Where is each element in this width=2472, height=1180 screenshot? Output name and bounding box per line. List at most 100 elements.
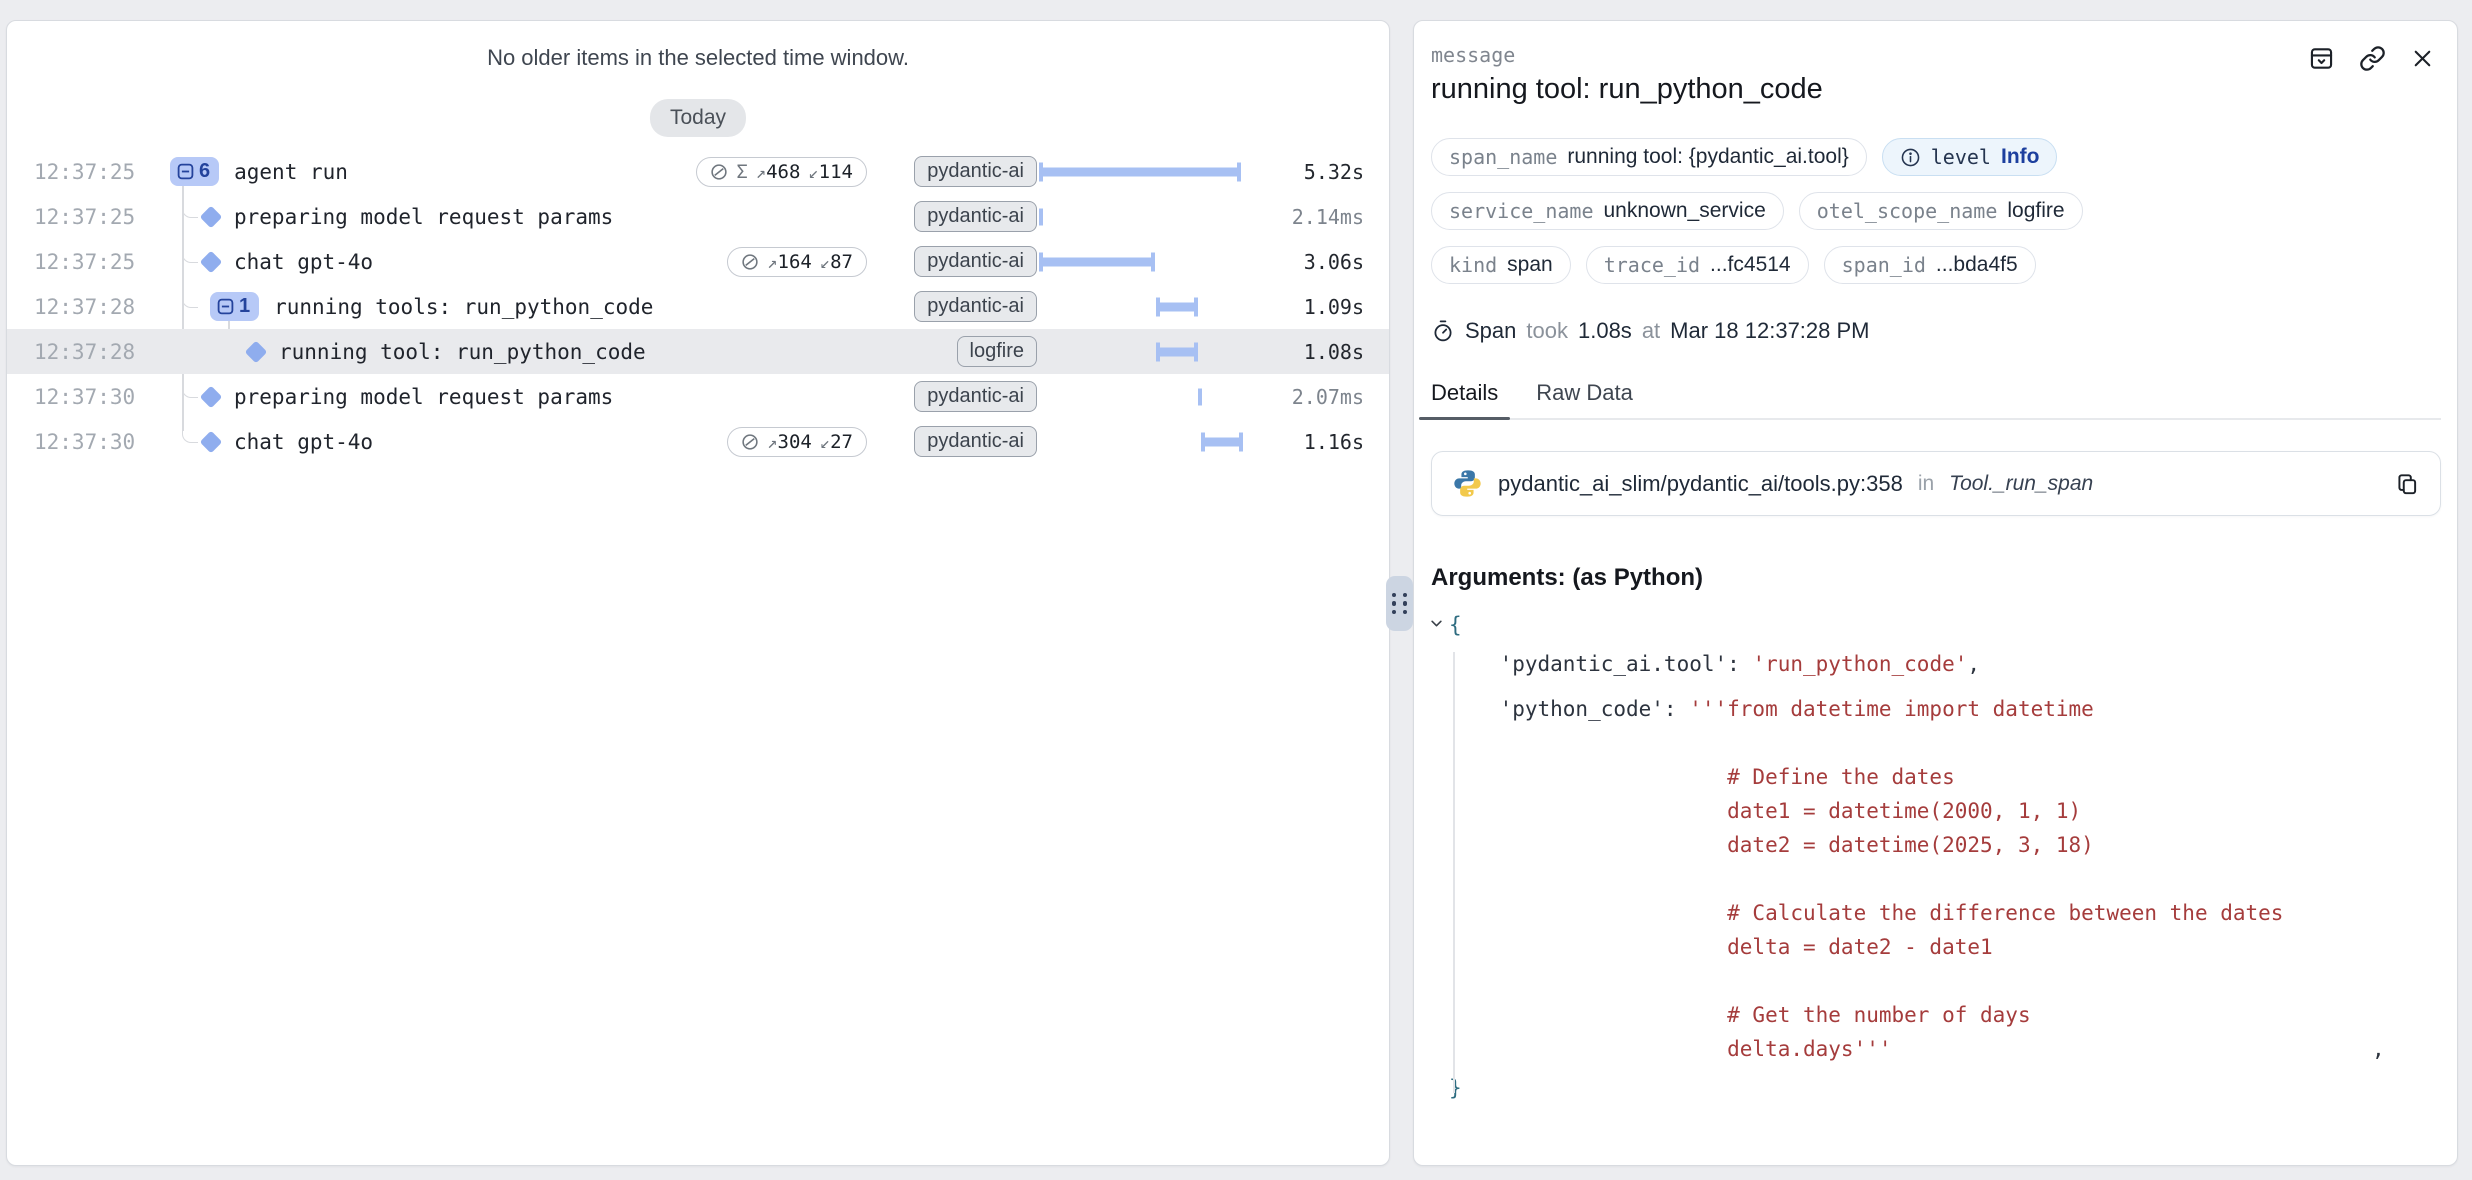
duration-bar — [1201, 437, 1243, 446]
row-timestamp: 12:37:30 — [34, 385, 162, 409]
code-line: date2 = datetime(2025, 3, 18) — [1449, 828, 2441, 862]
attribute-pill-otel_scope_name[interactable]: otel_scope_namelogfire — [1799, 192, 2083, 230]
span-name-label: running tool: run_python_code — [279, 340, 646, 364]
scope-tag[interactable]: pydantic-ai — [914, 201, 1037, 232]
row-duration: 2.07ms — [1252, 385, 1364, 409]
code-line: delta = date2 - date1 — [1449, 930, 2441, 964]
row-duration: 1.08s — [1252, 340, 1364, 364]
info-icon — [1900, 147, 1921, 168]
token-coin-icon — [741, 253, 759, 271]
duration-bar-track — [1037, 419, 1252, 464]
token-usage-badge[interactable]: ↗304↙27 — [727, 427, 867, 457]
tab-raw-data[interactable]: Raw Data — [1536, 380, 1633, 420]
today-button[interactable]: Today — [650, 99, 746, 137]
row-timestamp: 12:37:30 — [34, 430, 162, 454]
scope-tag[interactable]: pydantic-ai — [914, 291, 1037, 322]
empty-time-window-note: No older items in the selected time wind… — [7, 45, 1389, 71]
collapse-chevron-icon[interactable] — [1429, 616, 1444, 631]
row-timestamp: 12:37:25 — [34, 205, 162, 229]
code-line: { — [1449, 608, 2441, 642]
panel-resize-handle[interactable] — [1386, 576, 1413, 631]
span-diamond-icon — [200, 205, 223, 228]
tabs-divider — [1431, 418, 2441, 420]
code-line: # Get the number of days — [1449, 998, 2441, 1032]
minus-square-icon — [177, 163, 194, 180]
span-duration-line: Span took 1.08s at Mar 18 12:37:28 PM — [1431, 318, 2441, 344]
record-kind-label: message — [1431, 43, 2441, 67]
token-usage-badge[interactable]: ↗164↙87 — [727, 247, 867, 277]
row-duration: 2.14ms — [1252, 205, 1364, 229]
code-line: # Calculate the difference between the d… — [1449, 896, 2441, 930]
trace-row[interactable]: 12:37:30 preparing model request params py… — [7, 374, 1389, 419]
code-line — [1449, 964, 2441, 998]
token-coin-icon — [710, 163, 728, 181]
scope-tag[interactable]: logfire — [957, 336, 1037, 367]
code-line: delta.days''' , — [1449, 1032, 2441, 1066]
attribute-pills: span_namerunning tool: {pydantic_ai.tool… — [1431, 138, 2441, 284]
source-function: Tool._run_span — [1949, 472, 2093, 496]
attribute-pill-span_id[interactable]: span_id...bda4f5 — [1824, 246, 2036, 284]
source-file-path: pydantic_ai_slim/pydantic_ai/tools.py:35… — [1498, 471, 1903, 497]
minus-square-icon — [217, 298, 234, 315]
attribute-pill-span_name[interactable]: span_namerunning tool: {pydantic_ai.tool… — [1431, 138, 1867, 176]
archive-icon[interactable] — [2308, 45, 2335, 72]
arguments-code-block: { 'pydantic_ai.tool': 'run_python_code',… — [1431, 608, 2441, 1105]
close-icon[interactable] — [2410, 46, 2435, 71]
span-name-label: running tools: run_python_code — [274, 295, 653, 319]
duration-bar — [1198, 388, 1202, 405]
row-timestamp: 12:37:25 — [34, 250, 162, 274]
scope-tag[interactable]: pydantic-ai — [914, 156, 1037, 187]
collapse-children-badge[interactable]: 6 — [170, 157, 219, 186]
collapse-children-badge[interactable]: 1 — [210, 292, 259, 321]
duration-bar — [1156, 347, 1198, 356]
token-usage-badge[interactable]: Σ↗468↙114 — [696, 157, 867, 187]
link-icon[interactable] — [2359, 45, 2386, 72]
trace-list-panel: No older items in the selected time wind… — [6, 20, 1390, 1166]
copy-icon[interactable] — [2394, 471, 2420, 497]
row-timestamp: 12:37:28 — [34, 295, 162, 319]
span-diamond-icon — [200, 430, 223, 453]
scope-tag[interactable]: pydantic-ai — [914, 426, 1037, 457]
arguments-heading: Arguments: (as Python) — [1431, 564, 2441, 592]
span-diamond-icon — [200, 385, 223, 408]
attribute-pill-trace_id[interactable]: trace_id...fc4514 — [1586, 246, 1809, 284]
scope-tag[interactable]: pydantic-ai — [914, 381, 1037, 412]
attribute-pill-kind[interactable]: kindspan — [1431, 246, 1571, 284]
code-line: date1 = datetime(2000, 1, 1) — [1449, 794, 2441, 828]
detail-tabs: Details Raw Data — [1431, 380, 2441, 420]
trace-row[interactable]: 12:37:28 1 running tools: run_python_code p… — [7, 284, 1389, 329]
tab-details[interactable]: Details — [1431, 380, 1498, 420]
duration-bar — [1156, 302, 1198, 311]
attribute-pill-service_name[interactable]: service_nameunknown_service — [1431, 192, 1784, 230]
indent-guide-line — [1453, 652, 1455, 1093]
trace-row[interactable]: 12:37:28 running tool: run_python_code log… — [7, 329, 1389, 374]
row-duration: 3.06s — [1252, 250, 1364, 274]
row-timestamp: 12:37:28 — [34, 340, 162, 364]
token-coin-icon — [741, 433, 759, 451]
row-duration: 5.32s — [1252, 160, 1364, 184]
span-name-label: chat gpt-4o — [234, 250, 373, 274]
duration-bar — [1039, 257, 1155, 266]
span-diamond-icon — [245, 340, 268, 363]
duration-bar-track — [1037, 239, 1252, 284]
trace-row[interactable]: 12:37:256agent runΣ↗468↙114pydantic-ai5.… — [7, 149, 1389, 194]
span-name-label: chat gpt-4o — [234, 430, 373, 454]
code-location-bar: pydantic_ai_slim/pydantic_ai/tools.py:35… — [1431, 451, 2441, 516]
drag-dots-icon — [1392, 593, 1408, 615]
code-line: 'pydantic_ai.tool': 'run_python_code', — [1449, 647, 2441, 681]
duration-bar-track — [1037, 329, 1252, 374]
code-line — [1449, 726, 2441, 760]
level-pill[interactable]: levelInfo — [1882, 138, 2058, 176]
span-detail-panel: message running tool: run_python_code sp… — [1413, 20, 2458, 1166]
span-name-label: preparing model request params — [234, 385, 613, 409]
trace-row[interactable]: 12:37:25 chat gpt-4o ↗164↙87 pydantic-ai 3.0… — [7, 239, 1389, 284]
span-name-label: preparing model request params — [234, 205, 613, 229]
duration-bar-track — [1037, 149, 1252, 194]
scope-tag[interactable]: pydantic-ai — [914, 246, 1037, 277]
trace-row[interactable]: 12:37:25 preparing model request params py… — [7, 194, 1389, 239]
duration-bar-track — [1037, 194, 1252, 239]
duration-bar-track — [1037, 284, 1252, 329]
trace-row[interactable]: 12:37:30chat gpt-4o↗304↙27pydantic-ai1.1… — [7, 419, 1389, 464]
code-line — [1449, 862, 2441, 896]
row-duration: 1.09s — [1252, 295, 1364, 319]
